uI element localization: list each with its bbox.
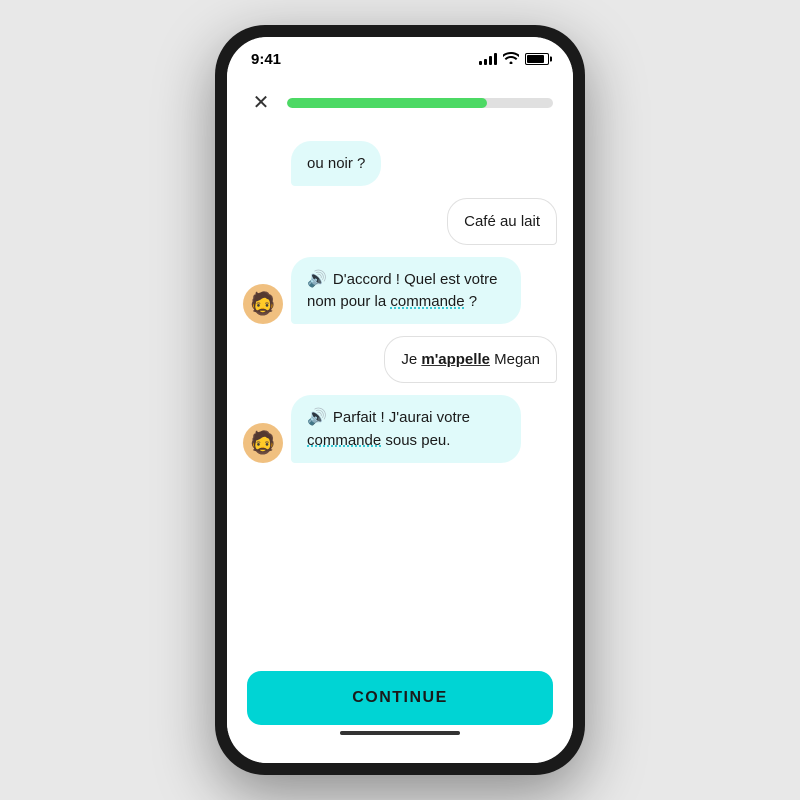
bot-bubble-partial: ou noir ? [291, 141, 381, 186]
status-bar: 9:41 [227, 37, 573, 81]
avatar: 🧔 [243, 423, 283, 463]
avatar: 🧔 [243, 284, 283, 324]
status-time: 9:41 [251, 51, 281, 68]
message-text: Je m'appelle Megan [401, 351, 540, 368]
phone-frame: 9:41 ✕ [215, 25, 585, 775]
speaker-icon[interactable]: 🔊 [307, 269, 327, 291]
user-bubble: Café au lait [447, 198, 557, 245]
wifi-icon [503, 52, 519, 67]
message-text: 🔊Parfait ! J'aurai votre commande sous p… [307, 409, 470, 448]
avatar-placeholder [243, 146, 283, 186]
message-text: ou noir ? [307, 155, 365, 172]
bot-bubble: 🔊Parfait ! J'aurai votre commande sous p… [291, 395, 521, 462]
message-row: 🧔 🔊Parfait ! J'aurai votre commande sous… [243, 395, 557, 462]
chat-area: ou noir ? Café au lait 🧔 🔊D'accord ! Que… [227, 129, 573, 655]
continue-button[interactable]: CONTINUE [247, 671, 553, 725]
signal-icon [479, 53, 497, 65]
message-row: 🧔 🔊D'accord ! Quel est votre nom pour la… [243, 257, 557, 324]
progress-bar [287, 98, 553, 108]
battery-icon [525, 53, 549, 65]
message-row: Café au lait [243, 198, 557, 245]
user-bubble: Je m'appelle Megan [384, 336, 557, 383]
phone-screen: 9:41 ✕ [227, 37, 573, 763]
message-row: Je m'appelle Megan [243, 336, 557, 383]
bot-bubble: 🔊D'accord ! Quel est votre nom pour la c… [291, 257, 521, 324]
home-indicator [340, 731, 460, 735]
message-text: 🔊D'accord ! Quel est votre nom pour la c… [307, 271, 498, 310]
status-icons [479, 52, 549, 67]
close-button[interactable]: ✕ [247, 89, 275, 117]
message-text: Café au lait [464, 213, 540, 230]
message-row: ou noir ? [243, 141, 557, 186]
close-icon: ✕ [253, 93, 270, 113]
speaker-icon[interactable]: 🔊 [307, 407, 327, 429]
bottom-area: CONTINUE [227, 655, 573, 763]
progress-fill [287, 98, 487, 108]
app-header: ✕ [227, 81, 573, 129]
